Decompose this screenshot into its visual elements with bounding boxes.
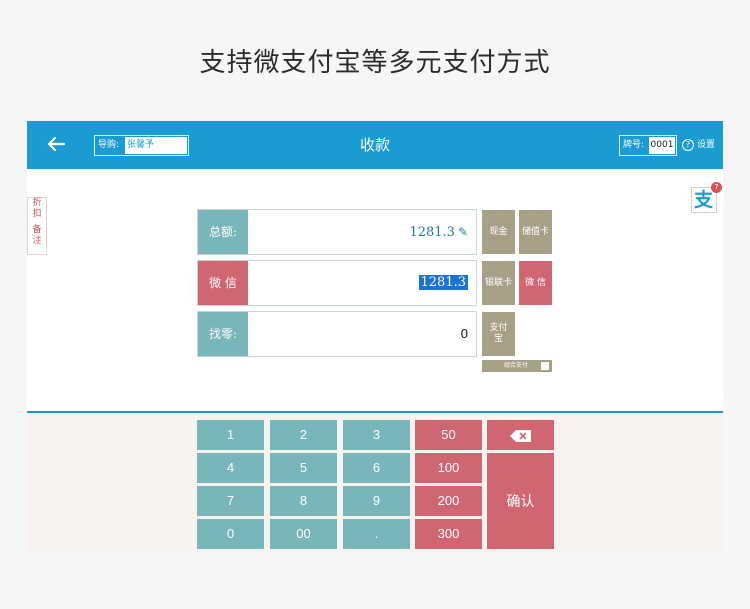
combined-payment-checkbox[interactable]	[541, 362, 549, 370]
payment-method-label: 微 信	[198, 261, 248, 305]
key-200[interactable]: 200	[415, 486, 482, 516]
unionpay-button[interactable]: 银联卡	[482, 261, 515, 305]
pencil-icon[interactable]: ✎	[458, 210, 468, 254]
side-tabs: 折 扣 备 注	[27, 197, 47, 255]
total-amount: 1281.3	[409, 225, 455, 240]
payment-amount-input[interactable]: 1281.3	[248, 261, 476, 305]
alipay-glyph: 支	[694, 189, 714, 211]
key-1[interactable]: 1	[197, 420, 264, 450]
change-amount: 0	[248, 312, 476, 356]
key-7[interactable]: 7	[197, 486, 264, 516]
alipay-icon[interactable]: 支 7	[691, 182, 722, 213]
note-tab[interactable]: 备 注	[28, 225, 46, 247]
discount-tab[interactable]: 折 扣	[28, 198, 46, 220]
settings-label: 设置	[697, 140, 716, 150]
top-bar: 导购: 张馨予 收款 牌号: 0001 ? 设置	[27, 121, 723, 169]
note-tab-char: 注	[32, 236, 42, 246]
cash-button[interactable]: 现金	[482, 210, 515, 254]
help-circle-icon: ?	[682, 138, 694, 151]
discount-tab-char: 折	[32, 198, 42, 208]
key-2[interactable]: 2	[270, 420, 337, 450]
key-4[interactable]: 4	[197, 453, 264, 483]
notification-count-badge: 7	[711, 182, 722, 193]
key-9[interactable]: 9	[343, 486, 410, 516]
key-5[interactable]: 5	[270, 453, 337, 483]
total-row: 总额: 1281.3 ✎	[197, 209, 477, 255]
key-50[interactable]: 50	[415, 420, 482, 450]
combined-payment-label: 组合支付	[504, 362, 529, 369]
key-100[interactable]: 100	[415, 453, 482, 483]
promo-headline: 支持微支付宝等多元支付方式	[199, 48, 551, 78]
settings-button[interactable]: ? 设置	[682, 138, 715, 153]
backspace-icon	[509, 429, 531, 442]
change-label: 找零:	[198, 312, 248, 356]
tag-number-label: 牌号:	[623, 140, 645, 150]
key-0[interactable]: 0	[197, 519, 264, 549]
key-300[interactable]: 300	[415, 519, 482, 549]
key-6[interactable]: 6	[343, 453, 410, 483]
key-8[interactable]: 8	[270, 486, 337, 516]
combined-payment-toggle[interactable]: 组合支付	[482, 360, 552, 372]
total-label: 总额:	[198, 210, 248, 254]
confirm-button[interactable]: 确认	[487, 453, 554, 549]
key-3[interactable]: 3	[343, 420, 410, 450]
alipay-button[interactable]: 支付宝	[482, 312, 515, 356]
wechat-pay-button[interactable]: 微 信	[519, 261, 552, 305]
tag-number-field[interactable]: 牌号: 0001	[619, 135, 677, 156]
stored-value-card-button[interactable]: 储值卡	[519, 210, 552, 254]
backspace-button[interactable]	[487, 420, 554, 450]
note-tab-char: 备	[32, 225, 42, 235]
tag-number-value[interactable]: 0001	[649, 137, 675, 154]
payment-amount-selected: 1281.3	[418, 275, 468, 290]
checkout-window: 导购: 张馨予 收款 牌号: 0001 ? 设置 折 扣 备 注 支 7 总额: …	[27, 121, 723, 553]
change-row: 找零: 0	[197, 311, 477, 357]
total-amount-field[interactable]: 1281.3 ✎	[248, 210, 476, 254]
payment-method-row: 微 信 1281.3	[197, 260, 477, 306]
key-00[interactable]: 00	[270, 519, 337, 549]
discount-tab-char: 扣	[32, 209, 42, 219]
key-dot[interactable]: .	[343, 519, 410, 549]
